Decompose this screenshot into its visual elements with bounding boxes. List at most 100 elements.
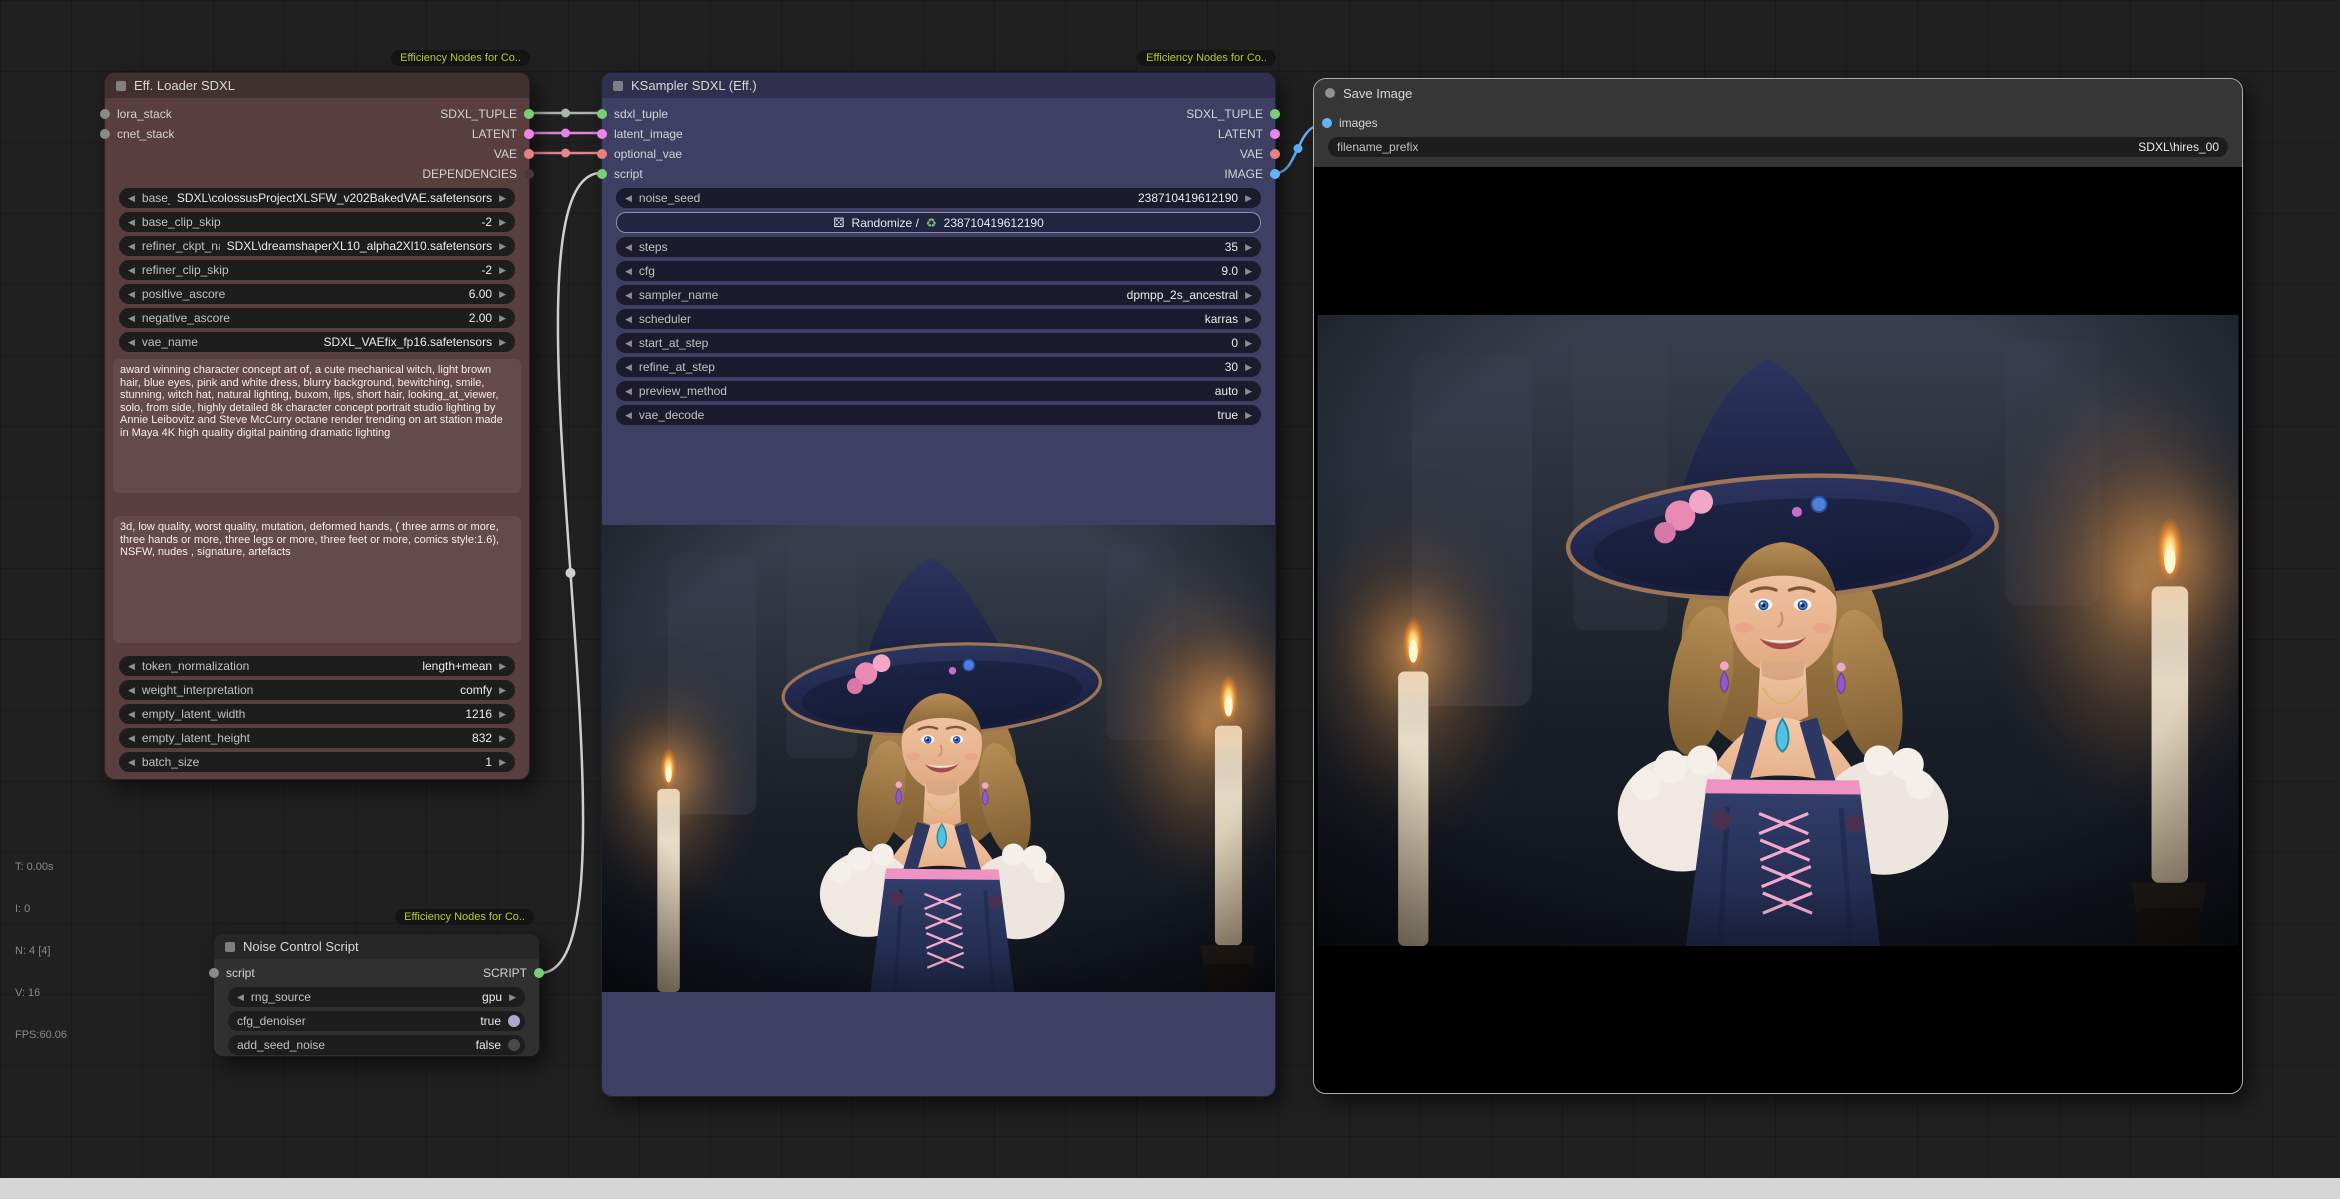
combo-right-arrow-icon[interactable]: ▶ [1245, 267, 1252, 276]
seed-control-button[interactable]: ⚄ Randomize / ♻ 238710419612190 [616, 212, 1261, 233]
collapse-dot-icon[interactable] [1325, 88, 1335, 98]
input-slot-sdxl-tuple[interactable] [597, 109, 607, 119]
combo-right-arrow-icon[interactable]: ▶ [1245, 315, 1252, 324]
combo-left-arrow-icon[interactable]: ◀ [128, 710, 135, 719]
node-graph-canvas[interactable]: T: 0.00s I: 0 N: 4 [4] V: 16 FPS:60.06 E… [0, 0, 2340, 1199]
combo-left-arrow-icon[interactable]: ◀ [625, 339, 632, 348]
output-slot-latent[interactable] [1270, 129, 1280, 139]
combo-left-arrow-icon[interactable]: ◀ [128, 686, 135, 695]
combo-right-arrow-icon[interactable]: ▶ [509, 993, 516, 1002]
output-slot-vae[interactable] [1270, 149, 1280, 159]
combo-right-arrow-icon[interactable]: ▶ [499, 242, 506, 251]
combo-right-arrow-icon[interactable]: ▶ [1245, 339, 1252, 348]
widget-refiner-ckpt-name[interactable]: ◀ refiner_ckpt_name SDXL\dreamshaperXL10… [119, 236, 515, 256]
widget-base-ckpt-name[interactable]: ◀ base_ckpt_name SDXL\colossusProjectXLS… [119, 188, 515, 208]
widget-vae-name[interactable]: ◀ vae_name SDXL_VAEfix_fp16.safetensors … [119, 332, 515, 352]
output-slot-sdxl-tuple[interactable] [1270, 109, 1280, 119]
combo-left-arrow-icon[interactable]: ◀ [128, 290, 135, 299]
widget-start-at-step[interactable]: ◀ start_at_step 0 ▶ [616, 333, 1261, 353]
combo-left-arrow-icon[interactable]: ◀ [237, 993, 244, 1002]
widget-cfg-denoiser[interactable]: cfg_denoiser true [228, 1011, 525, 1031]
input-slot-script[interactable] [597, 169, 607, 179]
collapse-box-icon[interactable] [116, 81, 126, 91]
negative-prompt-textarea[interactable]: 3d, low quality, worst quality, mutation… [113, 516, 521, 643]
widget-vae-decode[interactable]: ◀ vae_decode true ▶ [616, 405, 1261, 425]
widget-negative-ascore[interactable]: ◀ negative_ascore 2.00 ▶ [119, 308, 515, 328]
combo-left-arrow-icon[interactable]: ◀ [128, 266, 135, 275]
combo-left-arrow-icon[interactable]: ◀ [625, 243, 632, 252]
combo-right-arrow-icon[interactable]: ▶ [499, 218, 506, 227]
combo-left-arrow-icon[interactable]: ◀ [625, 267, 632, 276]
combo-right-arrow-icon[interactable]: ▶ [499, 686, 506, 695]
combo-right-arrow-icon[interactable]: ▶ [1245, 363, 1252, 372]
input-slot-lora-stack[interactable] [100, 109, 110, 119]
node-ksampler-sdxl[interactable]: KSampler SDXL (Eff.) sdxl_tuple SDXL_TUP… [601, 72, 1276, 1097]
node-title-bar[interactable]: KSampler SDXL (Eff.) [602, 73, 1275, 98]
widget-base-clip-skip[interactable]: ◀ base_clip_skip -2 ▶ [119, 212, 515, 232]
combo-right-arrow-icon[interactable]: ▶ [499, 734, 506, 743]
widget-steps[interactable]: ◀ steps 35 ▶ [616, 237, 1261, 257]
output-slot-sdxl-tuple[interactable] [524, 109, 534, 119]
combo-left-arrow-icon[interactable]: ◀ [625, 291, 632, 300]
combo-right-arrow-icon[interactable]: ▶ [499, 290, 506, 299]
combo-right-arrow-icon[interactable]: ▶ [1245, 411, 1252, 420]
widget-weight-interpretation[interactable]: ◀ weight_interpretation comfy ▶ [119, 680, 515, 700]
input-slot-images[interactable] [1322, 118, 1332, 128]
combo-left-arrow-icon[interactable]: ◀ [625, 363, 632, 372]
input-slot-optional-vae[interactable] [597, 149, 607, 159]
combo-left-arrow-icon[interactable]: ◀ [128, 314, 135, 323]
widget-preview-method[interactable]: ◀ preview_method auto ▶ [616, 381, 1261, 401]
input-slot-latent-image[interactable] [597, 129, 607, 139]
positive-prompt-textarea[interactable]: award winning character concept art of, … [113, 359, 521, 493]
output-slot-script[interactable] [534, 968, 544, 978]
collapse-box-icon[interactable] [225, 942, 235, 952]
combo-right-arrow-icon[interactable]: ▶ [499, 266, 506, 275]
combo-right-arrow-icon[interactable]: ▶ [1245, 291, 1252, 300]
combo-left-arrow-icon[interactable]: ◀ [128, 662, 135, 671]
combo-right-arrow-icon[interactable]: ▶ [499, 662, 506, 671]
widget-positive-ascore[interactable]: ◀ positive_ascore 6.00 ▶ [119, 284, 515, 304]
combo-left-arrow-icon[interactable]: ◀ [128, 758, 135, 767]
output-slot-image[interactable] [1270, 169, 1280, 179]
widget-cfg[interactable]: ◀ cfg 9.0 ▶ [616, 261, 1261, 281]
toggle-knob-icon[interactable] [508, 1015, 520, 1027]
node-title-bar[interactable]: Eff. Loader SDXL [105, 73, 529, 98]
combo-left-arrow-icon[interactable]: ◀ [625, 315, 632, 324]
combo-right-arrow-icon[interactable]: ▶ [499, 710, 506, 719]
combo-right-arrow-icon[interactable]: ▶ [1245, 194, 1252, 203]
combo-left-arrow-icon[interactable]: ◀ [128, 218, 135, 227]
combo-right-arrow-icon[interactable]: ▶ [1245, 243, 1252, 252]
combo-right-arrow-icon[interactable]: ▶ [1245, 387, 1252, 396]
widget-noise-seed[interactable]: ◀ noise_seed 238710419612190 ▶ [616, 188, 1261, 208]
combo-left-arrow-icon[interactable]: ◀ [625, 387, 632, 396]
widget-add-seed-noise[interactable]: add_seed_noise false [228, 1035, 525, 1055]
node-title-bar[interactable]: Save Image [1314, 79, 2242, 107]
combo-left-arrow-icon[interactable]: ◀ [128, 194, 135, 203]
combo-left-arrow-icon[interactable]: ◀ [128, 734, 135, 743]
combo-left-arrow-icon[interactable]: ◀ [625, 411, 632, 420]
output-slot-vae[interactable] [524, 149, 534, 159]
combo-left-arrow-icon[interactable]: ◀ [128, 242, 135, 251]
widget-filename-prefix[interactable]: filename_prefix SDXL\hires_00 [1328, 137, 2228, 157]
node-noise-control-script[interactable]: Noise Control Script script SCRIPT ◀ rng… [213, 933, 540, 1057]
combo-right-arrow-icon[interactable]: ▶ [499, 194, 506, 203]
input-slot-script[interactable] [209, 968, 219, 978]
combo-right-arrow-icon[interactable]: ▶ [499, 338, 506, 347]
widget-scheduler[interactable]: ◀ scheduler karras ▶ [616, 309, 1261, 329]
widget-empty-latent-width[interactable]: ◀ empty_latent_width 1216 ▶ [119, 704, 515, 724]
combo-left-arrow-icon[interactable]: ◀ [128, 338, 135, 347]
widget-sampler-name[interactable]: ◀ sampler_name dpmpp_2s_ancestral ▶ [616, 285, 1261, 305]
node-eff-loader-sdxl[interactable]: Eff. Loader SDXL lora_stack SDXL_TUPLE c… [104, 72, 530, 780]
node-save-image[interactable]: Save Image images filename_prefix SDXL\h… [1313, 78, 2243, 1094]
combo-right-arrow-icon[interactable]: ▶ [499, 314, 506, 323]
widget-empty-latent-height[interactable]: ◀ empty_latent_height 832 ▶ [119, 728, 515, 748]
output-slot-dependencies[interactable] [524, 169, 534, 179]
widget-rng-source[interactable]: ◀ rng_source gpu ▶ [228, 987, 525, 1007]
node-title-bar[interactable]: Noise Control Script [214, 934, 539, 959]
widget-refine-at-step[interactable]: ◀ refine_at_step 30 ▶ [616, 357, 1261, 377]
combo-right-arrow-icon[interactable]: ▶ [499, 758, 506, 767]
widget-token-normalization[interactable]: ◀ token_normalization length+mean ▶ [119, 656, 515, 676]
input-slot-cnet-stack[interactable] [100, 129, 110, 139]
widget-batch-size[interactable]: ◀ batch_size 1 ▶ [119, 752, 515, 772]
collapse-box-icon[interactable] [613, 81, 623, 91]
